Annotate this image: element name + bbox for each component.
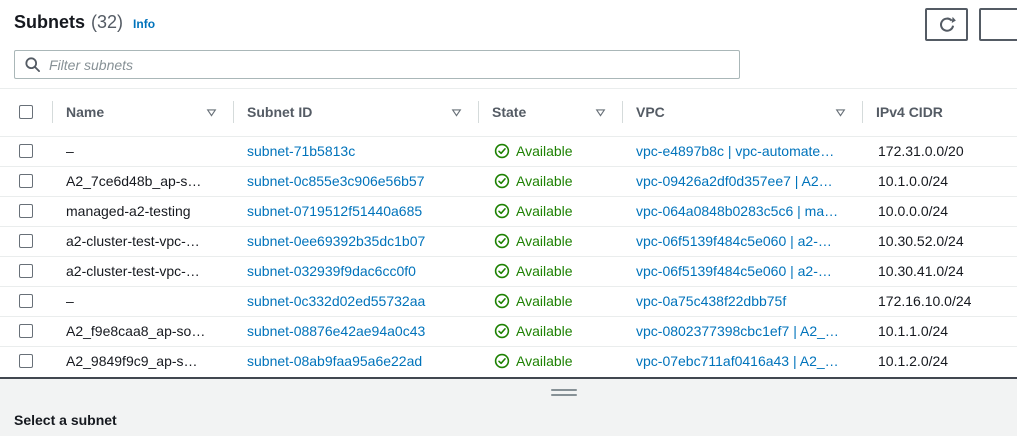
- state-value: Available: [516, 353, 573, 369]
- column-header-name[interactable]: Name: [52, 89, 233, 136]
- sort-icon[interactable]: [451, 107, 462, 118]
- subnet-id-link[interactable]: subnet-08876e42ae94a0c43: [247, 323, 425, 339]
- subnet-id-link[interactable]: subnet-0c332d02ed55732aa: [247, 293, 425, 309]
- vpc-link[interactable]: vpc-0a75c438f22dbb75f: [636, 293, 786, 309]
- row-checkbox[interactable]: [19, 324, 33, 338]
- ipv4-cidr-value: 10.0.0.0/24: [878, 203, 948, 219]
- table-row: A2_9849f9c9_ap-s… subnet-08ab9faa95a6e22…: [0, 346, 1017, 376]
- column-label: Name: [66, 104, 104, 120]
- refresh-button[interactable]: [925, 8, 968, 41]
- status-available-icon: [494, 293, 510, 309]
- subnet-name: A2_7ce6d48b_ap-s…: [66, 173, 201, 189]
- state-value: Available: [516, 233, 573, 249]
- ipv4-cidr-value: 10.1.1.0/24: [878, 323, 948, 339]
- vpc-link[interactable]: vpc-e4897b8c | vpc-automate…: [636, 143, 834, 159]
- subnet-name: a2-cluster-test-vpc-…: [66, 263, 200, 279]
- split-panel-drag-handle[interactable]: [551, 389, 577, 399]
- table-row: a2-cluster-test-vpc-… subnet-032939f9dac…: [0, 256, 1017, 286]
- vpc-link[interactable]: vpc-064a0848b0283c5c6 | ma…: [636, 203, 838, 219]
- table-row: – subnet-0c332d02ed55732aa Available vpc…: [0, 286, 1017, 316]
- vpc-link[interactable]: vpc-09426a2df0d357ee7 | A2…: [636, 173, 833, 189]
- subnet-name: –: [66, 293, 74, 309]
- filter-bar: [14, 50, 740, 79]
- state-value: Available: [516, 263, 573, 279]
- subnet-name: A2_9849f9c9_ap-s…: [66, 353, 198, 369]
- row-checkbox[interactable]: [19, 204, 33, 218]
- subnet-id-link[interactable]: subnet-032939f9dac6cc0f0: [247, 263, 416, 279]
- split-panel-title: Select a subnet: [14, 412, 117, 428]
- subnet-name: –: [66, 143, 74, 159]
- page-header: Subnets (32) Info: [14, 12, 155, 33]
- status-available-icon: [494, 353, 510, 369]
- actions-button[interactable]: Ac: [979, 8, 1017, 41]
- table-row: a2-cluster-test-vpc-… subnet-0ee69392b35…: [0, 226, 1017, 256]
- subnets-table: Name Subnet ID State: [0, 89, 1017, 376]
- status-available-icon: [494, 203, 510, 219]
- vpc-link[interactable]: vpc-06f5139f484c5e060 | a2-…: [636, 263, 832, 279]
- table-row: – subnet-71b5813c Available vpc-e4897b8c…: [0, 136, 1017, 166]
- subnet-name: a2-cluster-test-vpc-…: [66, 233, 200, 249]
- row-checkbox[interactable]: [19, 264, 33, 278]
- toolbar: Ac: [925, 8, 1017, 41]
- table-body: – subnet-71b5813c Available vpc-e4897b8c…: [0, 136, 1017, 376]
- ipv4-cidr-value: 10.1.2.0/24: [878, 353, 948, 369]
- status-available-icon: [494, 173, 510, 189]
- status-available-icon: [494, 323, 510, 339]
- ipv4-cidr-value: 10.1.0.0/24: [878, 173, 948, 189]
- table-row: A2_f9e8caa8_ap-so… subnet-08876e42ae94a0…: [0, 316, 1017, 346]
- subnet-name: A2_f9e8caa8_ap-so…: [66, 323, 205, 339]
- column-header-ipv4-cidr[interactable]: IPv4 CIDR: [862, 89, 1017, 136]
- sort-icon[interactable]: [595, 107, 606, 118]
- ipv4-cidr-value: 172.31.0.0/20: [878, 143, 964, 159]
- table-row: A2_7ce6d48b_ap-s… subnet-0c855e3c906e56b…: [0, 166, 1017, 196]
- row-checkbox[interactable]: [19, 234, 33, 248]
- row-checkbox[interactable]: [19, 174, 33, 188]
- state-value: Available: [516, 323, 573, 339]
- ipv4-cidr-value: 10.30.41.0/24: [878, 263, 964, 279]
- state-value: Available: [516, 203, 573, 219]
- vpc-link[interactable]: vpc-0802377398cbc1ef7 | A2_…: [636, 323, 839, 339]
- sort-icon[interactable]: [206, 107, 217, 118]
- column-label: Subnet ID: [247, 104, 312, 120]
- vpc-link[interactable]: vpc-06f5139f484c5e060 | a2-…: [636, 233, 832, 249]
- subnet-id-link[interactable]: subnet-0c855e3c906e56b57: [247, 173, 425, 189]
- info-link[interactable]: Info: [133, 17, 155, 31]
- split-panel: Select a subnet: [0, 377, 1017, 436]
- column-header-state[interactable]: State: [478, 89, 622, 136]
- column-label: State: [492, 104, 526, 120]
- row-checkbox[interactable]: [19, 354, 33, 368]
- status-available-icon: [494, 263, 510, 279]
- ipv4-cidr-value: 172.16.10.0/24: [878, 293, 971, 309]
- status-available-icon: [494, 233, 510, 249]
- table-row: managed-a2-testing subnet-0719512f51440a…: [0, 196, 1017, 226]
- select-all-checkbox[interactable]: [19, 105, 33, 119]
- subnet-id-link[interactable]: subnet-08ab9faa95a6e22ad: [247, 353, 422, 369]
- select-all-header: [0, 89, 52, 136]
- sort-icon[interactable]: [835, 107, 846, 118]
- page-title: Subnets: [14, 12, 85, 33]
- row-checkbox[interactable]: [19, 294, 33, 308]
- column-label: VPC: [636, 104, 665, 120]
- filter-subnets-input[interactable]: [14, 50, 740, 79]
- status-available-icon: [494, 143, 510, 159]
- state-value: Available: [516, 173, 573, 189]
- state-value: Available: [516, 293, 573, 309]
- vpc-link[interactable]: vpc-07ebc711af0416a43 | A2_…: [636, 353, 839, 369]
- subnet-name: managed-a2-testing: [66, 203, 191, 219]
- row-checkbox[interactable]: [19, 144, 33, 158]
- column-header-subnet-id[interactable]: Subnet ID: [233, 89, 478, 136]
- refresh-icon: [938, 16, 956, 34]
- subnet-id-link[interactable]: subnet-0ee69392b35dc1b07: [247, 233, 425, 249]
- subnet-id-link[interactable]: subnet-0719512f51440a685: [247, 203, 422, 219]
- table-header-row: Name Subnet ID State: [0, 89, 1017, 136]
- column-label: IPv4 CIDR: [876, 104, 943, 120]
- resource-count: (32): [91, 12, 123, 33]
- column-header-vpc[interactable]: VPC: [622, 89, 862, 136]
- subnet-id-link[interactable]: subnet-71b5813c: [247, 143, 355, 159]
- state-value: Available: [516, 143, 573, 159]
- ipv4-cidr-value: 10.30.52.0/24: [878, 233, 964, 249]
